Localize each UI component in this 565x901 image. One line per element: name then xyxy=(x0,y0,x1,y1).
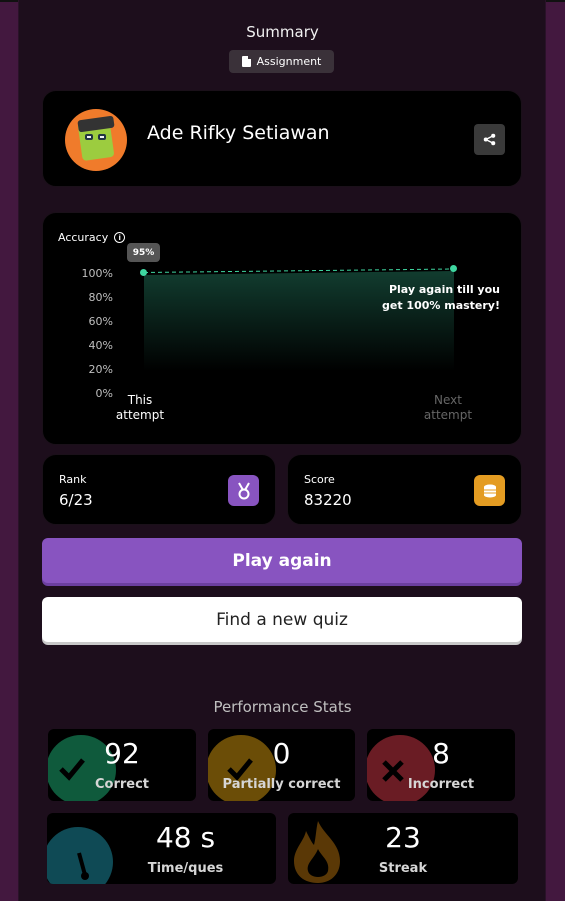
rank-label: Rank xyxy=(59,473,87,486)
point-this-attempt xyxy=(140,269,147,276)
x-label-next-line1: Next xyxy=(434,393,462,407)
accuracy-card: Accuracy i 100% 80% 60% 40% 20% 0% 95% T… xyxy=(42,212,522,445)
stat-partially-correct: 0 Partially correct xyxy=(208,729,355,801)
share-button[interactable] xyxy=(474,124,505,155)
x-label-next-line2: attempt xyxy=(423,408,473,422)
mastery-note-line2: get 100% mastery! xyxy=(382,299,500,312)
x-label-this-line1: This xyxy=(127,393,153,407)
y-tick-0: 0% xyxy=(95,387,113,400)
x-label-next: Next attempt xyxy=(423,393,473,423)
page-title: Summary xyxy=(246,23,319,41)
assignment-badge: Assignment xyxy=(229,50,334,73)
accuracy-title: Accuracy i xyxy=(58,231,126,244)
stat-time-per-question: 48 s Time/ques xyxy=(47,813,276,884)
streak-value: 23 xyxy=(385,821,421,854)
y-tick-40: 40% xyxy=(88,339,113,352)
performance-stats-title: Performance Stats xyxy=(213,698,352,716)
user-card: Ade Rifky Setiawan xyxy=(42,90,522,187)
y-tick-20: 20% xyxy=(88,363,113,376)
avatar-eye-right xyxy=(98,134,106,140)
mastery-note-line1: Play again till you xyxy=(388,283,500,296)
user-name: Ade Rifky Setiawan xyxy=(147,122,330,144)
share-icon xyxy=(483,133,496,146)
stat-incorrect: 8 Incorrect xyxy=(367,729,515,801)
y-tick-80: 80% xyxy=(88,291,113,304)
x-label-this: This attempt xyxy=(115,393,165,423)
x-label-this-line2: attempt xyxy=(115,408,165,422)
incorrect-label: Incorrect xyxy=(407,777,475,792)
avatar xyxy=(65,109,127,171)
score-value: 83220 xyxy=(304,491,352,509)
score-card: Score 83220 xyxy=(287,454,522,525)
medal-icon xyxy=(228,475,259,506)
time-label: Time/ques xyxy=(147,861,224,876)
document-icon xyxy=(241,56,251,67)
y-tick-100: 100% xyxy=(81,267,113,280)
point-next-attempt xyxy=(450,265,457,272)
incorrect-value: 8 xyxy=(432,737,450,770)
streak-label: Streak xyxy=(378,861,428,876)
find-new-quiz-button[interactable]: Find a new quiz xyxy=(42,597,522,642)
accuracy-label: Accuracy xyxy=(58,231,109,244)
assignment-label: Assignment xyxy=(256,55,322,68)
partial-value: 0 xyxy=(272,737,291,770)
accuracy-bubble: 95% xyxy=(127,243,160,262)
rank-card: Rank 6/23 xyxy=(42,454,276,525)
time-value: 48 s xyxy=(155,821,216,854)
correct-value: 92 xyxy=(104,737,140,770)
score-label: Score xyxy=(304,473,335,486)
play-again-button[interactable]: Play again xyxy=(42,538,522,583)
partial-label: Partially correct xyxy=(222,777,341,792)
mastery-note: Play again till you get 100% mastery! xyxy=(382,282,500,314)
correct-label: Correct xyxy=(94,777,150,792)
rank-value: 6/23 xyxy=(59,491,93,509)
accuracy-line xyxy=(143,268,455,273)
info-icon[interactable]: i xyxy=(114,232,126,243)
coins-icon xyxy=(474,475,505,506)
stat-correct: 92 Correct xyxy=(48,729,196,801)
avatar-eye-left xyxy=(85,134,93,140)
stat-streak: 23 Streak xyxy=(288,813,518,884)
y-tick-60: 60% xyxy=(88,315,113,328)
